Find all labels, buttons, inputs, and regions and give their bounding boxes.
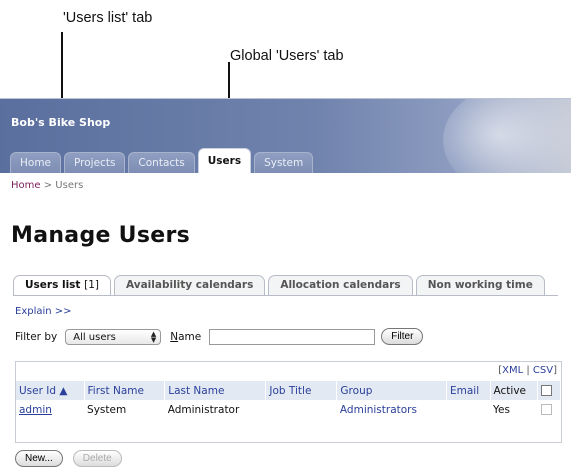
breadcrumb-home[interactable]: Home xyxy=(11,180,41,191)
cell-last-name: Administrator xyxy=(167,403,240,416)
cell-job-title xyxy=(266,400,337,419)
name-label-accesskey: N xyxy=(170,330,179,343)
cell-email xyxy=(447,400,491,419)
nav-tab-home[interactable]: Home xyxy=(10,152,62,173)
brand-name: Bob's Bike Shop xyxy=(11,116,111,129)
breadcrumb: Home > Users xyxy=(11,180,83,191)
nav-tab-projects[interactable]: Projects xyxy=(64,152,126,173)
table-header-row: User Id ▲ First Name Last Name Job Title… xyxy=(16,381,561,400)
col-active: Active xyxy=(490,381,539,400)
users-table: User Id ▲ First Name Last Name Job Title… xyxy=(16,381,561,419)
export-csv-link[interactable]: CSV xyxy=(533,365,553,376)
main-nav: Home Projects Contacts Users System xyxy=(10,146,314,173)
action-row: New... Delete xyxy=(15,450,122,467)
banner-photo xyxy=(443,99,571,173)
nav-tab-contacts[interactable]: Contacts xyxy=(128,152,195,173)
subtab-panel-border xyxy=(13,295,558,296)
col-select-all xyxy=(537,381,561,400)
cell-active: Yes xyxy=(493,403,510,416)
subtab-users-list-count: [1] xyxy=(84,279,99,291)
filter-select-value: All users xyxy=(73,331,116,343)
filter-button[interactable]: Filter xyxy=(381,328,424,345)
export-close: ] xyxy=(553,365,557,376)
subtab-users-list-label: Users list xyxy=(25,279,81,291)
users-table-container: [XML | CSV] User Id ▲ First Name Last Na… xyxy=(15,361,562,443)
subtab-users-list[interactable]: Users list [1] xyxy=(13,275,111,296)
callout-users-list-tab: 'Users list' tab xyxy=(63,10,153,26)
col-group[interactable]: Group xyxy=(336,381,447,400)
name-input[interactable] xyxy=(209,328,376,345)
app-window: Bob's Bike Shop Home Projects Contacts U… xyxy=(0,98,571,475)
col-first-name[interactable]: First Name xyxy=(84,381,166,400)
table-row: admin System Administrator Administrator… xyxy=(16,400,561,419)
explain-link[interactable]: Explain >> xyxy=(15,306,72,317)
select-all-checkbox[interactable] xyxy=(541,385,553,396)
row-select-checkbox[interactable] xyxy=(540,404,552,415)
page-title: Manage Users xyxy=(11,223,190,248)
select-arrows-icon: ▲ ▼ xyxy=(150,329,157,344)
cell-first-name: System xyxy=(87,403,127,416)
export-separator: | xyxy=(526,365,530,376)
breadcrumb-current: Users xyxy=(55,180,84,191)
callout-global-users-tab: Global 'Users' tab xyxy=(230,48,344,64)
name-label: Name xyxy=(170,331,201,343)
name-label-rest: ame xyxy=(178,330,202,343)
col-email[interactable]: Email xyxy=(446,381,491,400)
col-job-title[interactable]: Job Title xyxy=(265,381,338,400)
breadcrumb-separator: > xyxy=(43,180,53,191)
cell-group[interactable]: Administrators xyxy=(337,400,447,419)
nav-tab-users[interactable]: Users xyxy=(197,148,252,173)
subtab-allocation-calendars[interactable]: Allocation calendars xyxy=(268,275,413,295)
filter-row: Filter by All users ▲ ▼ Name Filter xyxy=(15,328,424,345)
col-last-name[interactable]: Last Name xyxy=(164,381,267,400)
delete-button[interactable]: Delete xyxy=(72,450,122,467)
subtab-availability-calendars[interactable]: Availability calendars xyxy=(113,275,266,295)
filter-select[interactable]: All users ▲ ▼ xyxy=(65,328,162,345)
subtabs: Users list [1] Availability calendars Al… xyxy=(13,275,545,296)
export-links: [XML | CSV] xyxy=(498,365,557,376)
export-xml-link[interactable]: XML xyxy=(502,365,523,376)
header-banner: Bob's Bike Shop Home Projects Contacts U… xyxy=(0,99,571,173)
nav-tab-system[interactable]: System xyxy=(254,152,314,173)
col-user-id[interactable]: User Id ▲ xyxy=(16,381,85,400)
new-button[interactable]: New... xyxy=(15,450,63,467)
filter-label: Filter by xyxy=(15,330,58,343)
subtab-non-working-time[interactable]: Non working time xyxy=(415,275,545,295)
cell-user-id[interactable]: admin xyxy=(19,404,52,416)
